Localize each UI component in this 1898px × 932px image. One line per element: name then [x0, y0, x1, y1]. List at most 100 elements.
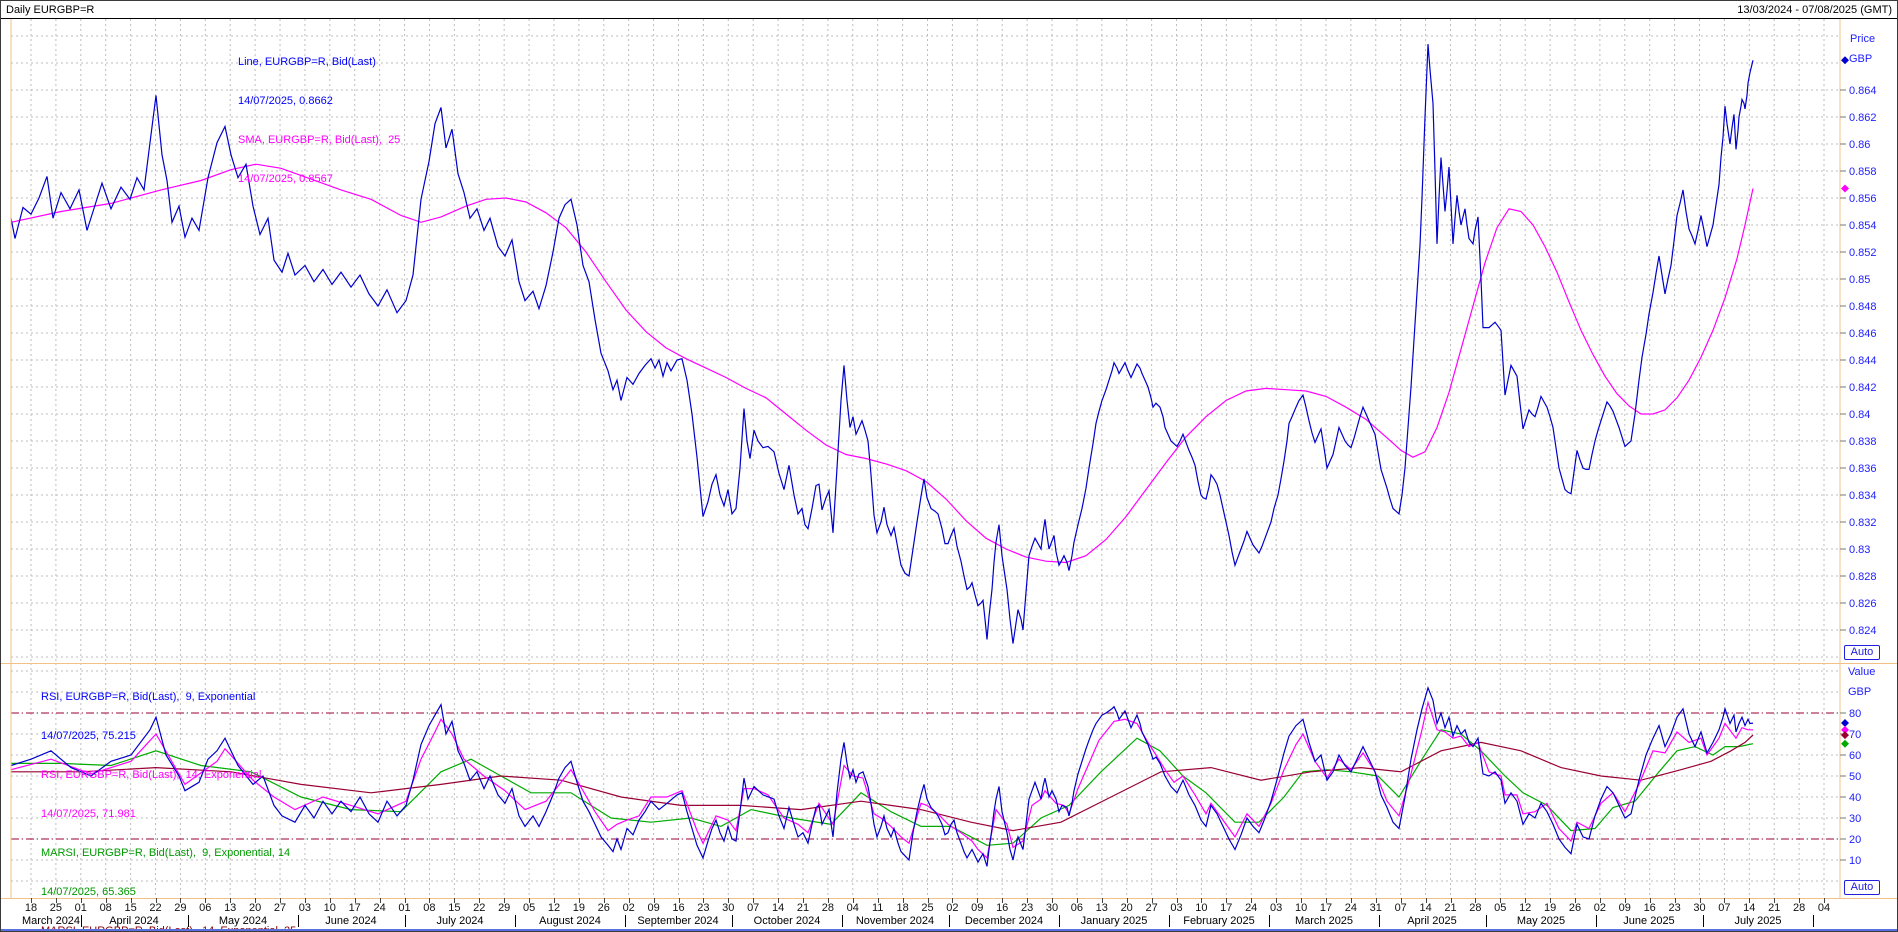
x-axis-day-label: 05	[1487, 902, 1513, 914]
x-axis-day-label: 27	[1139, 902, 1165, 914]
x-axis-day-label: 29	[491, 902, 517, 914]
last-value-marker	[1841, 731, 1849, 739]
legend-marsi9-series: MARSI, EURGBP=R, Bid(Last), 9, Exponenti…	[41, 847, 296, 860]
y-axis-tick-label: 0.84	[1849, 409, 1870, 421]
x-axis-day-label: 14	[1413, 902, 1439, 914]
x-axis-day-label: 30	[1039, 902, 1065, 914]
last-value-marker	[1841, 185, 1849, 193]
x-axis-day-label: 22	[466, 902, 492, 914]
x-axis-month-label: April 2024	[74, 915, 194, 927]
x-axis-month-label: July 2025	[1698, 915, 1818, 927]
x-axis-month-label: September 2024	[618, 915, 738, 927]
x-axis-day-label: 17	[1313, 902, 1339, 914]
x-axis-day-label: 09	[964, 902, 990, 914]
x-axis-month-label: February 2025	[1159, 915, 1279, 927]
price-axis-auto-button[interactable]: Auto	[1844, 645, 1880, 660]
x-axis-day-label: 24	[1238, 902, 1264, 914]
x-axis-day-label: 30	[715, 902, 741, 914]
x-axis-day-label: 16	[989, 902, 1015, 914]
x-axis-day-label: 02	[1587, 902, 1613, 914]
chart-window: Daily EURGBP=R 13/03/2024 - 07/08/2025 (…	[0, 0, 1898, 932]
legend-sma-value: 14/07/2025, 0.8567	[238, 173, 400, 186]
x-axis-day-label: 30	[1687, 902, 1713, 914]
last-value-marker	[1841, 56, 1849, 64]
legend-rsi14-series: RSI, EURGBP=R, Bid(Last), 14, Exponentia…	[41, 769, 296, 782]
y-axis-tick-label: 0.836	[1849, 463, 1877, 475]
legend-rsi9-value: 14/07/2025, 75.215	[41, 730, 296, 743]
x-axis-day-label: 22	[143, 902, 169, 914]
x-axis-day-label: 06	[1064, 902, 1090, 914]
y-axis-tick-label: 0.842	[1849, 382, 1877, 394]
y-axis-tick-label: 0.824	[1849, 625, 1877, 637]
x-axis-day-label: 16	[666, 902, 692, 914]
x-axis-day-label: 13	[217, 902, 243, 914]
y-axis-tick-label: 0.852	[1849, 247, 1877, 259]
x-axis-day-label: 21	[1761, 902, 1787, 914]
x-axis-day-label: 07	[740, 902, 766, 914]
x-axis-day-label: 26	[591, 902, 617, 914]
series-line	[11, 164, 1753, 562]
x-axis-day-label: 15	[441, 902, 467, 914]
x-axis-day-label: 09	[641, 902, 667, 914]
y-axis-tick-label: 0.848	[1849, 301, 1877, 313]
y-axis-tick-label: 0.854	[1849, 220, 1877, 232]
x-axis-day-label: 05	[516, 902, 542, 914]
x-axis-day-label: 10	[1288, 902, 1314, 914]
x-axis-day-label: 26	[1562, 902, 1588, 914]
y-axis-tick-label: 0.838	[1849, 436, 1877, 448]
y-axis-tick-label: 0.844	[1849, 355, 1877, 367]
x-axis-day-label: 28	[1462, 902, 1488, 914]
x-axis-month-label: July 2024	[400, 915, 520, 927]
x-axis-day-label: 23	[1662, 902, 1688, 914]
rsi-legend: RSI, EURGBP=R, Bid(Last), 9, Exponential…	[41, 665, 296, 932]
y-axis-tick-label: 0.864	[1849, 85, 1877, 97]
x-axis-day-label: 07	[1711, 902, 1737, 914]
y-axis-tick-label: 80	[1849, 708, 1861, 720]
y-axis-tick-label: 10	[1849, 855, 1861, 867]
x-axis-day-label: 01	[392, 902, 418, 914]
legend-line-series: Line, EURGBP=R, Bid(Last)	[238, 56, 400, 69]
x-axis-month-label: May 2024	[183, 915, 303, 927]
x-axis-day-label: 01	[68, 902, 94, 914]
x-axis-month-label: June 2025	[1589, 915, 1709, 927]
x-axis-day-label: 02	[616, 902, 642, 914]
rsi-axis-auto-button[interactable]: Auto	[1844, 880, 1880, 895]
x-axis-month-label: May 2025	[1481, 915, 1601, 927]
x-axis[interactable]: 1825010815222906132027031017240108152229…	[1, 898, 1898, 932]
y-axis-tick-label: 0.834	[1849, 490, 1877, 502]
x-axis-day-label: 04	[1811, 902, 1837, 914]
x-axis-day-label: 18	[18, 902, 44, 914]
legend-rsi9-series: RSI, EURGBP=R, Bid(Last), 9, Exponential	[41, 691, 296, 704]
x-axis-day-label: 19	[1537, 902, 1563, 914]
price-legend: Line, EURGBP=R, Bid(Last) 14/07/2025, 0.…	[238, 30, 400, 212]
x-axis-day-label: 03	[292, 902, 318, 914]
x-axis-day-label: 03	[1164, 902, 1190, 914]
x-axis-day-label: 02	[939, 902, 965, 914]
x-axis-day-label: 13	[1089, 902, 1115, 914]
x-axis-day-label: 27	[267, 902, 293, 914]
x-axis-day-label: 28	[815, 902, 841, 914]
x-axis-day-label: 24	[367, 902, 393, 914]
x-axis-month-label: August 2024	[510, 915, 630, 927]
x-axis-day-label: 21	[1438, 902, 1464, 914]
y-axis-tick-label: 0.832	[1849, 517, 1877, 529]
x-axis-day-label: 12	[1512, 902, 1538, 914]
x-axis-day-label: 31	[1363, 902, 1389, 914]
x-axis-day-label: 28	[1786, 902, 1812, 914]
legend-line-value: 14/07/2025, 0.8662	[238, 95, 400, 108]
x-axis-day-label: 25	[43, 902, 69, 914]
x-axis-month-label: November 2024	[835, 915, 955, 927]
x-axis-day-label: 25	[915, 902, 941, 914]
price-axis-currency: GBP	[1849, 53, 1872, 65]
x-axis-day-label: 07	[1388, 902, 1414, 914]
x-axis-day-label: 14	[765, 902, 791, 914]
x-axis-month-label: April 2025	[1372, 915, 1492, 927]
y-axis-tick-label: 70	[1849, 729, 1861, 741]
page-title: Daily EURGBP=R	[6, 4, 94, 16]
x-axis-day-label: 03	[1263, 902, 1289, 914]
x-axis-day-label: 20	[1114, 902, 1140, 914]
x-axis-day-label: 29	[167, 902, 193, 914]
panel-separator[interactable]	[1, 663, 1898, 664]
x-axis-day-label: 06	[192, 902, 218, 914]
date-range-label: 13/03/2024 - 07/08/2025 (GMT)	[1737, 4, 1892, 16]
